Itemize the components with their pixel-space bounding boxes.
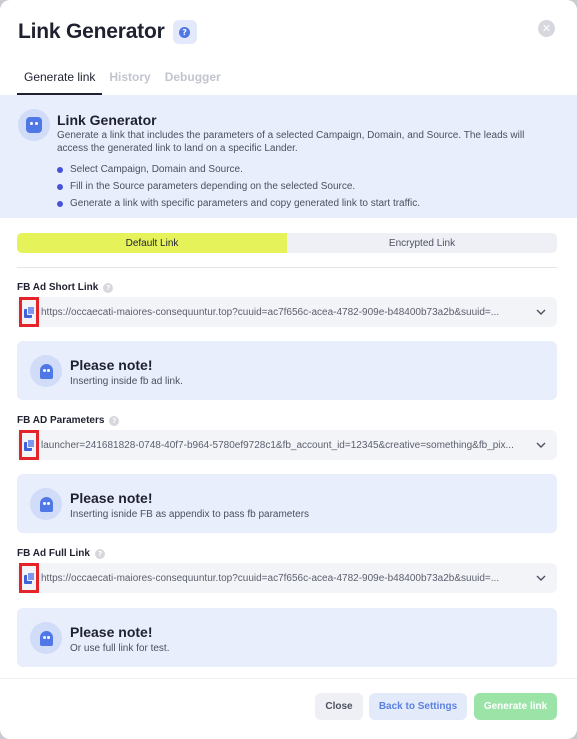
- field-label-text: FB AD Parameters: [17, 415, 105, 426]
- question-icon[interactable]: ?: [109, 415, 120, 426]
- note-text: Inserting isnide FB as appendix to pass …: [70, 509, 310, 520]
- fb-ad-parameters-field[interactable]: launcher=241681828-0748-40f7-b964-5780ef…: [17, 430, 557, 460]
- note-panel: Please note! Inserting isnide FB as appe…: [17, 474, 557, 533]
- copy-button[interactable]: [19, 563, 39, 593]
- bullet-dot-icon: [57, 183, 63, 190]
- copy-icon: [23, 439, 35, 451]
- chevron-down-icon[interactable]: [535, 439, 547, 451]
- tab-debugger[interactable]: Debugger: [158, 66, 228, 95]
- info-bullet: Generate a link with specific parameters…: [57, 195, 420, 212]
- fb-ad-full-link-label: FB Ad Full Link ?: [17, 548, 105, 559]
- bullet-dot-icon: [57, 166, 63, 173]
- close-button[interactable]: Close: [315, 693, 363, 720]
- generate-link-button[interactable]: Generate link: [474, 693, 557, 720]
- info-panel: Link Generator Generate a link that incl…: [0, 95, 577, 218]
- modal-header: Link Generator ?: [18, 18, 197, 46]
- fb-ad-short-link-field[interactable]: https://occaecati-maiores-consequuntur.t…: [17, 297, 557, 327]
- modal-title: Link Generator: [18, 20, 165, 43]
- robot-icon: [18, 109, 50, 141]
- note-text: Inserting inside fb ad link.: [70, 376, 183, 387]
- chevron-down-icon[interactable]: [535, 572, 547, 584]
- note-title: Please note!: [70, 490, 153, 506]
- note-text: Or use full link for test.: [70, 643, 170, 654]
- copy-button[interactable]: [19, 430, 39, 460]
- question-icon: ?: [179, 26, 191, 38]
- bullet-dot-icon: [57, 200, 63, 207]
- note-title: Please note!: [70, 357, 153, 373]
- question-icon[interactable]: ?: [94, 548, 105, 559]
- field-label-text: FB Ad Short Link: [17, 282, 99, 293]
- copy-icon: [23, 572, 35, 584]
- tab-history[interactable]: History: [102, 66, 157, 95]
- info-title: Link Generator: [57, 112, 157, 128]
- tab-bar: Generate link History Debugger: [17, 66, 228, 95]
- tab-generate-link[interactable]: Generate link: [17, 66, 103, 95]
- ghost-icon: [30, 355, 62, 387]
- field-value: launcher=241681828-0748-40f7-b964-5780ef…: [41, 439, 514, 451]
- fb-ad-full-link-field[interactable]: https://occaecati-maiores-consequuntur.t…: [17, 563, 557, 593]
- encrypted-link-option[interactable]: Encrypted Link: [287, 233, 557, 253]
- note-panel: Please note! Or use full link for test.: [17, 608, 557, 667]
- default-link-option[interactable]: Default Link: [17, 233, 287, 253]
- note-panel: Please note! Inserting inside fb ad link…: [17, 341, 557, 400]
- back-to-settings-button[interactable]: Back to Settings: [369, 693, 467, 720]
- chevron-down-icon[interactable]: [535, 306, 547, 318]
- info-bullets: Select Campaign, Domain and Source. Fill…: [57, 161, 420, 212]
- copy-icon: [23, 306, 35, 318]
- copy-button[interactable]: [19, 297, 39, 327]
- footer-divider: [0, 678, 577, 679]
- bullet-text: Generate a link with specific parameters…: [70, 198, 420, 209]
- ghost-icon: [30, 622, 62, 654]
- help-button[interactable]: ?: [172, 20, 197, 44]
- info-description: Generate a link that includes the parame…: [57, 130, 525, 154]
- bullet-text: Fill in the Source parameters depending …: [70, 181, 356, 192]
- info-bullet: Fill in the Source parameters depending …: [57, 178, 420, 195]
- link-generator-modal: Link Generator ? ✕ Generate link History…: [0, 0, 577, 739]
- link-type-toggle: Default Link Encrypted Link: [17, 233, 557, 253]
- question-icon[interactable]: ?: [103, 282, 114, 293]
- ghost-icon: [30, 488, 62, 520]
- info-bullet: Select Campaign, Domain and Source.: [57, 161, 420, 178]
- fb-ad-parameters-label: FB AD Parameters ?: [17, 415, 120, 426]
- field-label-text: FB Ad Full Link: [17, 548, 90, 559]
- field-value: https://occaecati-maiores-consequuntur.t…: [41, 306, 500, 318]
- fb-ad-short-link-label: FB Ad Short Link ?: [17, 282, 114, 293]
- divider: [17, 267, 557, 268]
- note-title: Please note!: [70, 624, 153, 640]
- close-icon[interactable]: ✕: [538, 20, 555, 37]
- field-value: https://occaecati-maiores-consequuntur.t…: [41, 572, 500, 584]
- bullet-text: Select Campaign, Domain and Source.: [70, 164, 243, 175]
